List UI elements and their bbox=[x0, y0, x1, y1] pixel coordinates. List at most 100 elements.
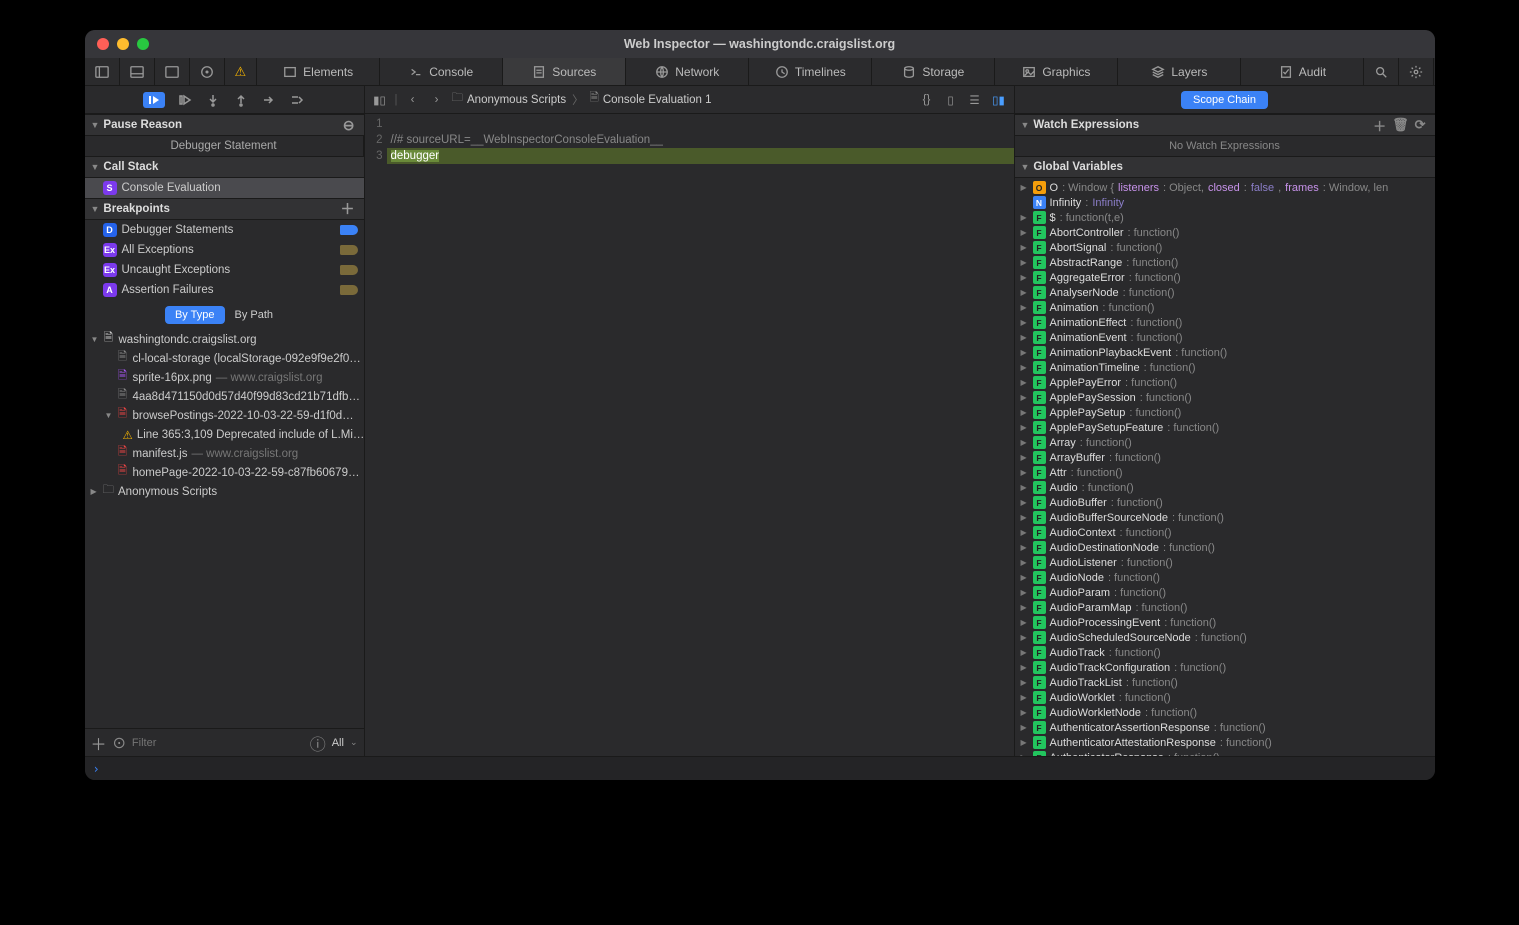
global-var-row[interactable]: ▶FAudioTrack: function() bbox=[1015, 645, 1435, 660]
step-out-button[interactable] bbox=[233, 93, 249, 107]
global-var-row[interactable]: ▶FArray: function() bbox=[1015, 435, 1435, 450]
add-resource-icon[interactable]: ＋ bbox=[91, 731, 107, 755]
tab-sources[interactable]: Sources bbox=[503, 58, 626, 85]
toggle-left-sidebar-icon[interactable]: ▮▯ bbox=[371, 93, 389, 107]
global-var-row[interactable]: ▶FApplePaySetup: function() bbox=[1015, 405, 1435, 420]
breakpoint-tag-icon[interactable] bbox=[340, 265, 358, 275]
global-var-row[interactable]: ▶FAudioContext: function() bbox=[1015, 525, 1435, 540]
tab-storage[interactable]: Storage bbox=[872, 58, 995, 85]
global-var-row[interactable]: ▶FAudioWorklet: function() bbox=[1015, 690, 1435, 705]
breakpoint-row[interactable]: DDebugger Statements bbox=[85, 220, 364, 240]
global-var-row[interactable]: ▶FAbortSignal: function() bbox=[1015, 240, 1435, 255]
breakpoint-row[interactable]: ExUncaught Exceptions bbox=[85, 260, 364, 280]
global-var-row[interactable]: ▶FAudioParam: function() bbox=[1015, 585, 1435, 600]
add-breakpoint-icon[interactable]: ＋ bbox=[338, 199, 358, 219]
filter-info-icon[interactable]: ⓘ bbox=[310, 731, 326, 755]
tree-item[interactable]: ⚠Line 365:3,109 Deprecated include of L.… bbox=[85, 425, 364, 444]
global-var-row[interactable]: ▶FAudioBufferSourceNode: function() bbox=[1015, 510, 1435, 525]
clear-watch-icon[interactable]: 🗑 bbox=[1389, 117, 1412, 133]
global-var-row[interactable]: ▶FAudioListener: function() bbox=[1015, 555, 1435, 570]
global-var-row[interactable]: ▶FAudioNode: function() bbox=[1015, 570, 1435, 585]
tab-elements[interactable]: Elements bbox=[257, 58, 380, 85]
global-var-row[interactable]: ▶FAudio: function() bbox=[1015, 480, 1435, 495]
global-var-row[interactable]: ▶OO: Window {listeners: Object, closed: … bbox=[1015, 180, 1435, 195]
breakpoint-row[interactable]: AAssertion Failures bbox=[85, 280, 364, 300]
search-icon[interactable] bbox=[1364, 58, 1399, 85]
global-var-row[interactable]: ▶FAudioTrackConfiguration: function() bbox=[1015, 660, 1435, 675]
global-var-row[interactable]: ▶FAnimation: function() bbox=[1015, 300, 1435, 315]
global-var-row[interactable]: ▶FApplePaySetupFeature: function() bbox=[1015, 420, 1435, 435]
global-var-row[interactable]: ▶FAnimationTimeline: function() bbox=[1015, 360, 1435, 375]
global-var-row[interactable]: ▶FAttr: function() bbox=[1015, 465, 1435, 480]
breakpoint-tag-icon[interactable] bbox=[340, 245, 358, 255]
type-profile-icon[interactable]: ☰ bbox=[966, 93, 984, 107]
pretty-print-icon[interactable]: {} bbox=[918, 94, 936, 106]
crumb-folder[interactable]: 🗀Anonymous Scripts bbox=[452, 90, 567, 109]
global-var-row[interactable]: ▶FAuthenticatorAssertionResponse: functi… bbox=[1015, 720, 1435, 735]
tree-item[interactable]: 🗎manifest.js — www.craigslist.org bbox=[85, 444, 364, 463]
dock-popout-icon[interactable] bbox=[155, 58, 190, 85]
settings-icon[interactable] bbox=[1399, 58, 1434, 85]
global-var-row[interactable]: ▶FAudioWorkletNode: function() bbox=[1015, 705, 1435, 720]
crumb-file[interactable]: 🗎Console Evaluation 1 bbox=[590, 90, 712, 109]
tree-item[interactable]: 🗎4aa8d471150d0d57d40f99d83cd21b71dfb… bbox=[85, 387, 364, 406]
tab-layers[interactable]: Layers bbox=[1118, 58, 1241, 85]
global-var-row[interactable]: ▶FArrayBuffer: function() bbox=[1015, 450, 1435, 465]
breakpoint-row[interactable]: ExAll Exceptions bbox=[85, 240, 364, 260]
filter-all-label[interactable]: All bbox=[332, 737, 344, 749]
tree-anonymous[interactable]: ▶🗀Anonymous Scripts bbox=[85, 482, 364, 501]
global-var-row[interactable]: ▶FAbstractRange: function() bbox=[1015, 255, 1435, 270]
tree-item[interactable]: 🗎homePage-2022-10-03-22-59-c87fb60679… bbox=[85, 463, 364, 482]
tree-root[interactable]: ▼🗎washingtondc.craigslist.org bbox=[85, 330, 364, 349]
inspect-element-icon[interactable] bbox=[190, 58, 225, 85]
global-var-row[interactable]: ▶FApplePaySession: function() bbox=[1015, 390, 1435, 405]
global-var-row[interactable]: ▶FAudioDestinationNode: function() bbox=[1015, 540, 1435, 555]
dock-bottom-icon[interactable] bbox=[120, 58, 155, 85]
by-path-button[interactable]: By Path bbox=[225, 306, 284, 324]
coverage-icon[interactable]: ▯ bbox=[942, 93, 960, 107]
global-var-row[interactable]: ▶FAnimationEvent: function() bbox=[1015, 330, 1435, 345]
global-var-row[interactable]: ▶FAnalyserNode: function() bbox=[1015, 285, 1435, 300]
watch-expressions-header[interactable]: ▼Watch Expressions ＋ 🗑 ⟳ bbox=[1015, 114, 1435, 136]
pause-reason-header[interactable]: ▼Pause Reason ⊖ bbox=[85, 114, 364, 136]
global-var-row[interactable]: ▶FAuthenticatorAttestationResponse: func… bbox=[1015, 735, 1435, 750]
filter-dropdown-icon[interactable]: ⌄ bbox=[350, 737, 358, 748]
tab-timelines[interactable]: Timelines bbox=[749, 58, 872, 85]
global-var-row[interactable]: ▶FAudioScheduledSourceNode: function() bbox=[1015, 630, 1435, 645]
global-var-row[interactable]: ▶F$: function(t,e) bbox=[1015, 210, 1435, 225]
source-editor[interactable]: 123 //# sourceURL=__WebInspectorConsoleE… bbox=[365, 114, 1014, 756]
tab-audit[interactable]: Audit bbox=[1241, 58, 1364, 85]
global-var-row[interactable]: ▶FAbortController: function() bbox=[1015, 225, 1435, 240]
scope-chain-button[interactable]: Scope Chain bbox=[1181, 91, 1268, 109]
warnings-icon[interactable]: ⚠ bbox=[225, 58, 258, 85]
step-next-button[interactable] bbox=[289, 93, 305, 107]
breakpoint-tag-icon[interactable] bbox=[340, 225, 358, 235]
tab-network[interactable]: Network bbox=[626, 58, 749, 85]
step-button[interactable] bbox=[261, 93, 277, 107]
add-watch-icon[interactable]: ＋ bbox=[1370, 116, 1389, 135]
step-over-button[interactable] bbox=[177, 93, 193, 107]
nav-back-icon[interactable]: ‹ bbox=[404, 94, 422, 106]
global-var-row[interactable]: ▶FAudioBuffer: function() bbox=[1015, 495, 1435, 510]
nav-forward-icon[interactable]: › bbox=[428, 94, 446, 106]
by-type-button[interactable]: By Type bbox=[165, 306, 225, 324]
filter-input[interactable] bbox=[132, 737, 304, 749]
step-into-button[interactable] bbox=[205, 93, 221, 107]
dock-side-icon[interactable] bbox=[85, 58, 120, 85]
global-variables-header[interactable]: ▼Global Variables bbox=[1015, 156, 1435, 178]
tree-item[interactable]: 🗎cl-local-storage (localStorage-092e9f9e… bbox=[85, 349, 364, 368]
call-stack-header[interactable]: ▼Call Stack bbox=[85, 156, 364, 178]
tree-item[interactable]: ▼🗎browsePostings-2022-10-03-22-59-d1f0d… bbox=[85, 406, 364, 425]
global-var-row[interactable]: ▶FApplePayError: function() bbox=[1015, 375, 1435, 390]
breakpoint-tag-icon[interactable] bbox=[340, 285, 358, 295]
pause-reason-options-icon[interactable]: ⊖ bbox=[340, 117, 358, 134]
resume-button[interactable] bbox=[143, 92, 165, 108]
global-var-row[interactable]: NInfinity: Infinity bbox=[1015, 195, 1435, 210]
refresh-watch-icon[interactable]: ⟳ bbox=[1412, 117, 1429, 133]
global-var-row[interactable]: ▶FAnimationEffect: function() bbox=[1015, 315, 1435, 330]
toggle-right-sidebar-icon[interactable]: ▯▮ bbox=[990, 93, 1008, 107]
global-var-row[interactable]: ▶FAnimationPlaybackEvent: function() bbox=[1015, 345, 1435, 360]
breakpoints-header[interactable]: ▼Breakpoints ＋ bbox=[85, 198, 364, 220]
global-var-row[interactable]: ▶FAggregateError: function() bbox=[1015, 270, 1435, 285]
global-var-row[interactable]: ▶FAudioProcessingEvent: function() bbox=[1015, 615, 1435, 630]
